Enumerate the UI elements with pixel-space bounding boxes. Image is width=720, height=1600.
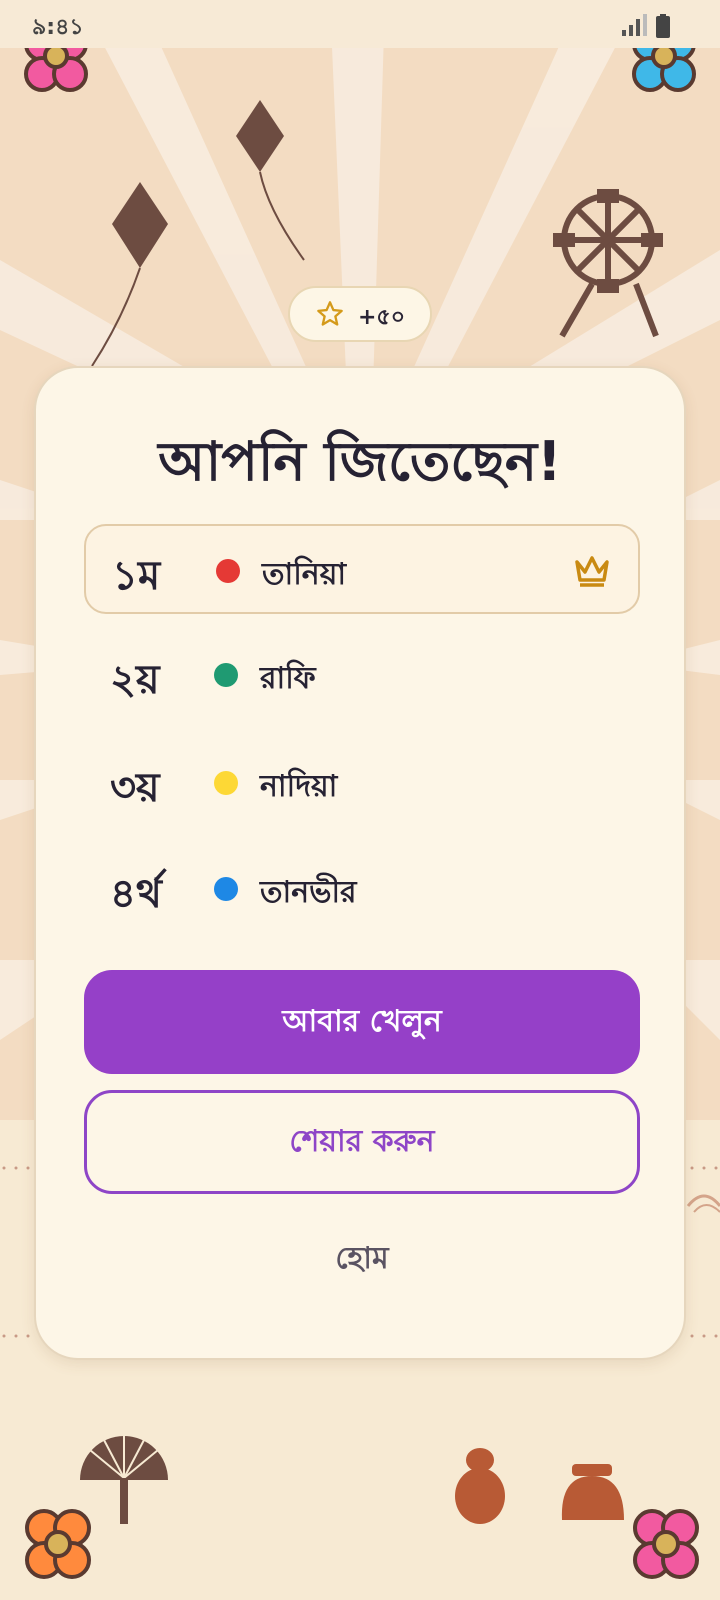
star-icon [317, 301, 343, 326]
standing-row-3: ৩য় নাদিয়া [84, 738, 640, 828]
result-card: আপনি জিতেছেন! ১ম তানিয়া ২য় রাফি ৩য় না… [34, 366, 686, 1360]
player-name: তানিয়া [262, 557, 347, 592]
player-color-dot [214, 771, 238, 795]
player-color-dot [214, 663, 238, 687]
crown-icon [575, 556, 609, 587]
rank-label: ৩য় [110, 765, 160, 811]
player-color-dot [214, 877, 238, 901]
battery-icon [656, 14, 670, 38]
play-again-button[interactable]: আবার খেলুন [84, 970, 640, 1074]
standing-row-2: ২য় রাফি [84, 630, 640, 720]
flower-icon [633, 1509, 699, 1579]
player-name: রাফি [260, 661, 316, 696]
signal-icon [622, 14, 647, 36]
home-link[interactable]: হোম [264, 1234, 460, 1284]
result-title: আপনি জিতেছেন! [158, 430, 562, 493]
player-name: তানভীর [260, 875, 357, 910]
status-icons [622, 14, 670, 38]
reward-badge: +৫০ [288, 286, 432, 342]
rank-label: ৪র্থ [110, 871, 162, 917]
standing-row-1: ১ম তানিয়া [84, 524, 640, 614]
player-name: নাদিয়া [260, 769, 338, 804]
share-button[interactable]: শেয়ার করুন [84, 1090, 640, 1194]
standing-row-4: ৪র্থ তানভীর [84, 844, 640, 934]
reward-points: +৫০ [358, 305, 406, 330]
rank-label: ২য় [110, 657, 160, 703]
flower-icon [25, 1509, 91, 1579]
player-color-dot [216, 559, 240, 583]
status-bar: ৯:৪১ [0, 0, 720, 48]
status-time: ৯:৪১ [32, 15, 84, 40]
rank-label: ১ম [112, 553, 161, 599]
